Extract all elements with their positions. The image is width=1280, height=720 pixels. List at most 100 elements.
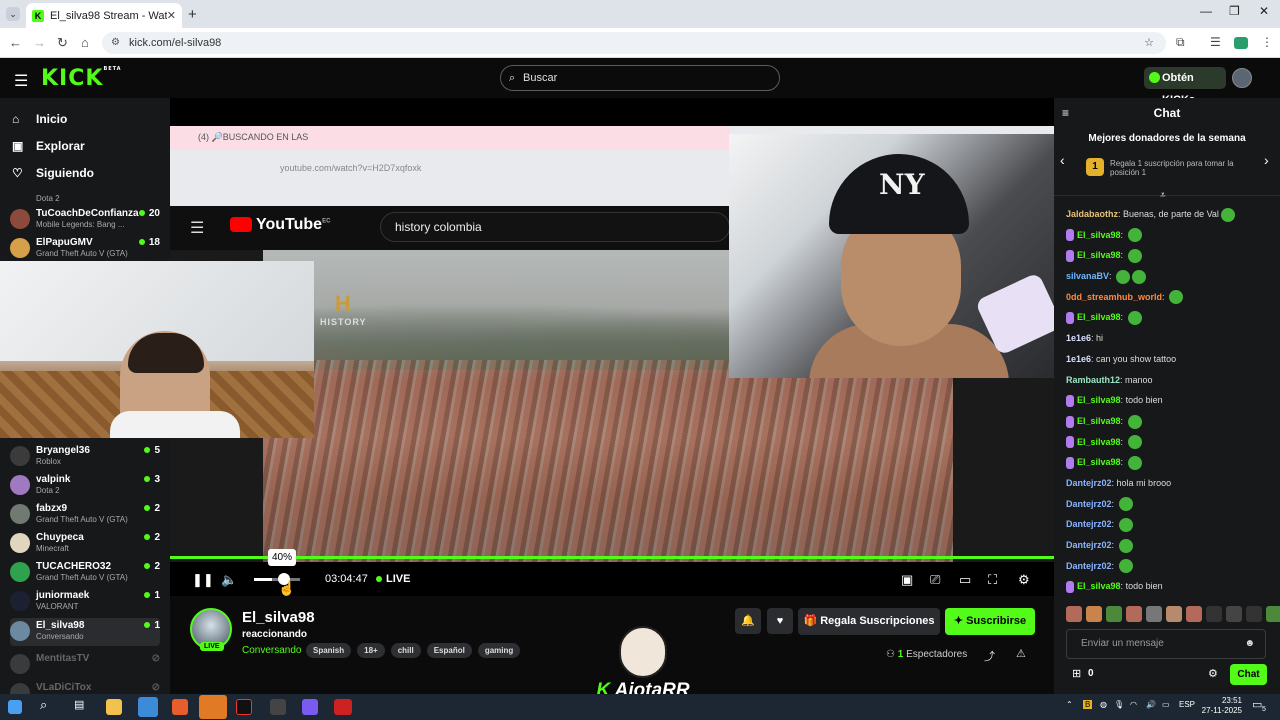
browser-tab[interactable]: K El_silva98 Stream - Watch Live o ✕ [26,3,182,28]
app-icon[interactable] [334,699,352,715]
sidebar-item-siguiendo[interactable]: ♡ Siguiendo [12,166,94,180]
emote-icon[interactable] [1246,606,1262,622]
chat-username[interactable]: El_silva98 [1077,416,1121,426]
start-icon[interactable] [8,700,22,714]
tag[interactable]: chill [390,643,421,658]
emote-icon[interactable] [1146,606,1162,622]
chat-username[interactable]: Dantejrz02 [1066,519,1112,529]
sidebar-channel[interactable]: valpink Dota 2 3 [10,472,160,500]
notifications-icon[interactable]: ▭ [1252,698,1262,711]
report-icon[interactable]: ⚠ [1016,647,1026,660]
task-view-icon[interactable]: ▤ [74,698,84,711]
follow-button[interactable]: ♥ [767,608,793,634]
sidebar-channel[interactable]: fabzx9 Grand Theft Auto V (GTA) 2 [10,501,160,529]
tag[interactable]: Español [426,643,472,658]
brave-icon[interactable] [172,699,188,715]
profile-icon[interactable] [1234,37,1248,49]
tab-close-icon[interactable]: ✕ [167,9,176,22]
miniplayer-icon[interactable]: ▣ [901,572,913,588]
sidebar-channel[interactable]: Chuypeca Minecraft 2 [10,530,160,558]
obs-icon[interactable] [270,699,286,715]
address-bar[interactable]: ⚙ kick.com/el-silva98 ☆ [102,32,1166,54]
chat-username[interactable]: Dantejrz02 [1066,478,1112,488]
chat-username[interactable]: Dantejrz02 [1066,540,1112,550]
emote-icon[interactable] [1066,606,1082,622]
tab-search-icon[interactable]: ⌄ [6,7,20,21]
sidebar-channel[interactable]: juniormaek VALORANT 1 [10,588,160,616]
emote-icon[interactable] [1086,606,1102,622]
sidebar-item-explorar[interactable]: ▣ Explorar [12,139,85,153]
chat-username[interactable]: Dantejrz02 [1066,561,1112,571]
app-icon[interactable] [199,695,227,719]
menu-icon[interactable]: ☰ [14,71,28,91]
progress-bar[interactable] [170,556,1054,559]
app-icon[interactable] [302,699,318,715]
share-icon[interactable]: ⤴ [984,648,995,664]
home-browser-icon[interactable]: ⌂ [81,35,89,50]
wifi-icon[interactable]: ◠ [1130,700,1137,709]
taskbar-search-icon[interactable]: ⌕ [40,697,47,713]
sidebar-channel-selected[interactable]: El_silva98 Conversando 1 [10,618,160,646]
chat-username[interactable]: El_silva98 [1077,230,1121,240]
emote-icon[interactable] [1166,606,1182,622]
get-kicks-button[interactable]: Obtén KICKs [1144,67,1226,106]
pause-icon[interactable]: ❚❚ [192,572,214,588]
search-input[interactable]: ⌕ Buscar [500,65,780,91]
tag[interactable]: 18+ [357,643,385,658]
chat-username[interactable]: silvanaBV [1066,271,1109,281]
emote-icon[interactable] [1126,606,1142,622]
browser-menu-icon[interactable]: ⋮ [1261,35,1273,49]
language-indicator[interactable]: ESP [1179,700,1195,709]
user-avatar[interactable] [1232,68,1252,88]
chat-settings-icon[interactable]: ⚙ [1208,667,1218,680]
chat-username[interactable]: Dantejrz02 [1066,499,1112,509]
emote-icon[interactable] [1106,606,1122,622]
reload-icon[interactable]: ↻ [57,35,68,51]
collapse-chat-icon[interactable]: ≡ [1062,98,1069,128]
gift-subs-button[interactable]: 🎁 Regala Suscripciones [798,608,940,635]
sidebar-channel[interactable]: TUCACHERO32 Grand Theft Auto V (GTA) 2 [10,559,160,587]
chrome-icon[interactable] [138,697,158,717]
tag[interactable]: Spanish [306,643,352,658]
sidebar-channel[interactable]: ElPapuGMV Grand Theft Auto V (GTA) 18 [10,235,160,263]
channel-name-title[interactable]: El_silva98 [242,609,315,626]
settings-icon[interactable]: ⚙ [1018,572,1030,588]
sidebar-channel-offline[interactable]: MentitasTV ⊘ [10,651,160,679]
window-close-icon[interactable]: ✕ [1259,4,1269,18]
chat-username[interactable]: Rambauth12 [1066,375,1120,385]
restore-icon[interactable]: ❐ [1229,4,1240,18]
chat-username[interactable]: Jaldabaothz [1066,209,1118,219]
chat-username[interactable]: El_silva98 [1077,312,1121,322]
clock[interactable]: 23:51 27-11-2025 [1200,696,1242,716]
forward-icon[interactable]: → [33,35,46,50]
kick-logo[interactable]: KICKBETA [41,66,122,91]
sidebar-channel-offline[interactable]: VLaDiCiTox ⊘ [10,680,160,694]
chat-input[interactable]: Enviar un mensaje ☻ [1066,629,1266,659]
reading-list-icon[interactable]: ☰ [1210,35,1221,49]
bookmark-star-icon[interactable]: ☆ [1144,32,1154,54]
subscribe-button[interactable]: ✦ Suscribirse [945,608,1035,635]
chat-username[interactable]: El_silva98 [1077,457,1121,467]
chat-username[interactable]: El_silva98 [1077,437,1121,447]
back-icon[interactable]: ← [9,35,22,50]
site-info-icon[interactable]: ⚙ [111,32,120,54]
chat-username[interactable]: El_silva98 [1077,395,1121,405]
chevron-right-icon[interactable]: › [1264,152,1269,168]
extensions-icon[interactable]: ⧉ [1176,35,1185,50]
emote-icon[interactable] [1226,606,1242,622]
chevron-left-icon[interactable]: ‹ [1060,152,1065,168]
points-icon[interactable]: ⊞ [1072,667,1081,680]
fullscreen-icon[interactable]: ⛶ [988,572,997,588]
sidebar-channel[interactable]: TuCoachDeConfianza Mobile Legends: Bang … [10,206,160,234]
mic-tray-icon[interactable]: 🎙 [1114,700,1124,709]
chat-username[interactable]: El_silva98 [1077,581,1121,591]
sidebar-item-inicio[interactable]: ⌂ Inicio [12,112,67,126]
emote-icon[interactable] [1186,606,1202,622]
tiktok-icon[interactable] [236,699,252,715]
new-tab-icon[interactable]: + [188,6,197,23]
emoji-picker-icon[interactable]: ☻ [1244,630,1255,658]
stream-category[interactable]: Conversando [242,645,301,656]
clip-icon[interactable]: ⎚ [930,572,940,588]
chat-username[interactable]: El_silva98 [1077,250,1121,260]
sidebar-channel[interactable]: Bryangel36 Roblox 5 [10,443,160,471]
